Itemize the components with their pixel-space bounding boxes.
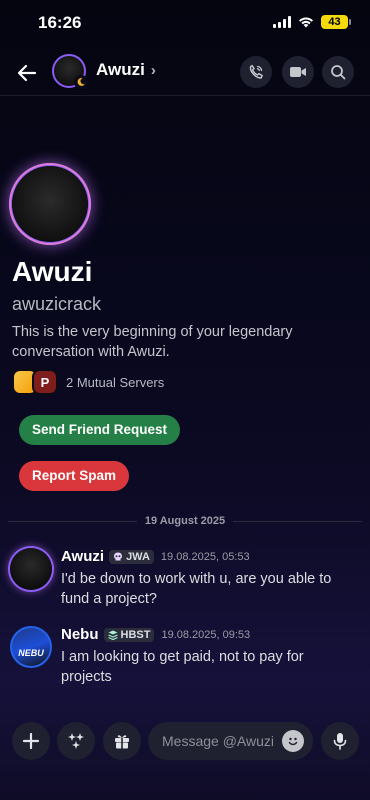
status-bar: 16:26 43 [0,0,370,48]
gift-icon [115,735,129,749]
cellular-signal-icon [273,16,291,28]
header-user-name[interactable]: Awuzi › [96,60,156,80]
divider-line [8,520,137,522]
send-friend-request-button[interactable]: Send Friend Request [19,415,181,445]
message-author[interactable]: Nebu [61,626,99,643]
gift-button[interactable] [103,722,141,760]
battery-icon: 43 [321,15,351,29]
dm-header: Awuzi › [0,50,370,96]
message-header: Awuzi JWA 19.08.2025, 05:53 [61,548,250,565]
message-header: Nebu HBST 19.08.2025, 09:53 [61,626,250,643]
emoji-button[interactable] [282,730,304,752]
chevron-right-icon: › [150,61,156,79]
message-avatar[interactable] [10,548,52,590]
wifi-icon [299,17,313,28]
message-composer [0,712,370,772]
message-avatar[interactable]: NEBU [10,626,52,668]
profile-display-name: Awuzi [12,256,93,287]
header-name-label: Awuzi [96,60,145,79]
arrow-left-icon [17,64,37,82]
search-button[interactable] [322,56,354,88]
message-timestamp: 19.08.2025, 09:53 [161,628,251,641]
back-button[interactable] [12,58,42,88]
report-spam-button[interactable]: Report Spam [19,461,130,491]
voice-call-button[interactable] [240,56,272,88]
guild-tag[interactable]: HBST [103,627,155,642]
sparkles-icon [68,733,84,749]
message-content: I'd be down to work with u, are you able… [61,571,332,607]
guild-tag-label: JWA [126,550,150,563]
divider-line [233,520,363,522]
status-indicators: 43 [273,15,351,29]
voice-message-button[interactable] [321,722,359,760]
profile-avatar[interactable] [9,163,91,245]
header-avatar[interactable] [52,54,88,89]
avatar-text: NEBU [18,648,44,658]
message-timestamp: 19.08.2025, 05:53 [160,550,250,563]
search-icon [331,65,346,80]
phone-icon [249,64,263,79]
server-icon: P [32,369,58,395]
date-divider-label: 19 August 2025 [144,515,226,527]
conversation-intro-text: This is the very beginning of your legen… [12,324,293,360]
idle-status-icon [74,75,88,89]
guild-tag-label: HBST [120,628,151,641]
plus-icon [22,732,40,750]
smiley-icon [288,737,298,746]
mutual-servers[interactable]: P 2 Mutual Servers [12,369,164,395]
video-camera-icon [290,67,306,77]
profile-username: awuzicrack [12,294,102,314]
mutual-servers-label: 2 Mutual Servers [66,374,165,390]
avatar-decoration [9,163,91,245]
stack-icon [107,630,118,640]
status-time: 16:26 [38,13,82,32]
apps-button[interactable] [57,722,95,760]
guild-tag[interactable]: JWA [109,549,154,564]
date-divider: 19 August 2025 [8,512,363,530]
attach-button[interactable] [12,722,50,760]
message-content: I am looking to get paid, not to pay for… [61,649,304,685]
message-author[interactable]: Awuzi [61,548,104,565]
video-call-button[interactable] [282,56,314,88]
microphone-icon [333,733,347,750]
skull-icon [114,552,123,560]
